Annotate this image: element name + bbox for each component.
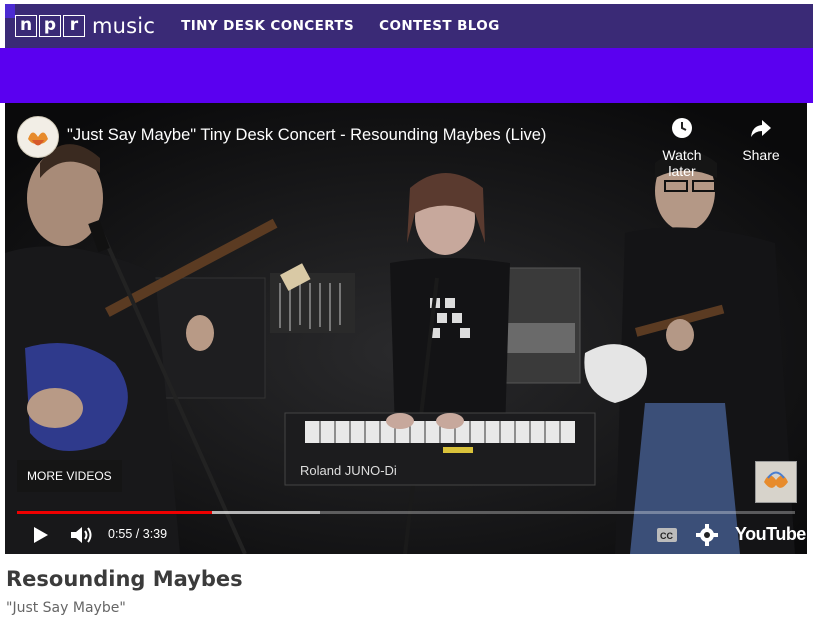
svg-text:CC: CC: [660, 531, 673, 541]
share-icon: [726, 115, 796, 141]
logo-letter-r: r: [63, 15, 85, 37]
logo-letter-p: p: [39, 15, 61, 37]
corner-accent: [5, 4, 15, 18]
youtube-logo[interactable]: YouTube: [735, 524, 806, 545]
purple-banner: [0, 48, 813, 103]
play-button[interactable]: [30, 523, 50, 547]
video-player[interactable]: Roland JUNO-Di "Just Say Maybe" Tiny Des…: [5, 103, 807, 554]
channel-avatar[interactable]: [17, 116, 59, 158]
captions-button[interactable]: CC: [656, 523, 678, 547]
share-button[interactable]: Share: [726, 115, 796, 163]
settings-button[interactable]: [696, 523, 718, 547]
more-videos-button[interactable]: MORE VIDEOS: [17, 460, 122, 492]
progress-bar[interactable]: [17, 511, 795, 514]
play-icon: [34, 527, 48, 543]
watch-later-label: Watch later: [662, 147, 702, 179]
clock-icon: [647, 115, 717, 141]
cc-icon: CC: [657, 528, 677, 542]
channel-watermark[interactable]: [755, 461, 797, 503]
npr-music-logo[interactable]: n p r music: [15, 14, 156, 38]
video-title[interactable]: "Just Say Maybe" Tiny Desk Concert - Res…: [67, 126, 546, 145]
logo-letter-n: n: [15, 15, 37, 37]
nav-link-contest-blog[interactable]: CONTEST BLOG: [379, 18, 500, 34]
song-title: "Just Say Maybe": [6, 600, 126, 616]
gear-icon: [696, 524, 718, 546]
keyboard-brand-text: Roland JUNO-Di: [300, 463, 397, 478]
logo-word: music: [92, 14, 156, 38]
watch-later-button[interactable]: Watch later: [647, 115, 717, 179]
time-display: 0:55 / 3:39: [108, 527, 168, 541]
nav-link-tiny-desk-concerts[interactable]: TINY DESK CONCERTS: [181, 18, 354, 34]
played-bar: [17, 511, 213, 514]
volume-button[interactable]: [68, 523, 96, 547]
artist-name: Resounding Maybes: [6, 567, 243, 591]
top-navigation: n p r music TINY DESK CONCERTS CONTEST B…: [5, 4, 813, 48]
share-label: Share: [742, 147, 780, 163]
volume-icon: [71, 527, 92, 543]
